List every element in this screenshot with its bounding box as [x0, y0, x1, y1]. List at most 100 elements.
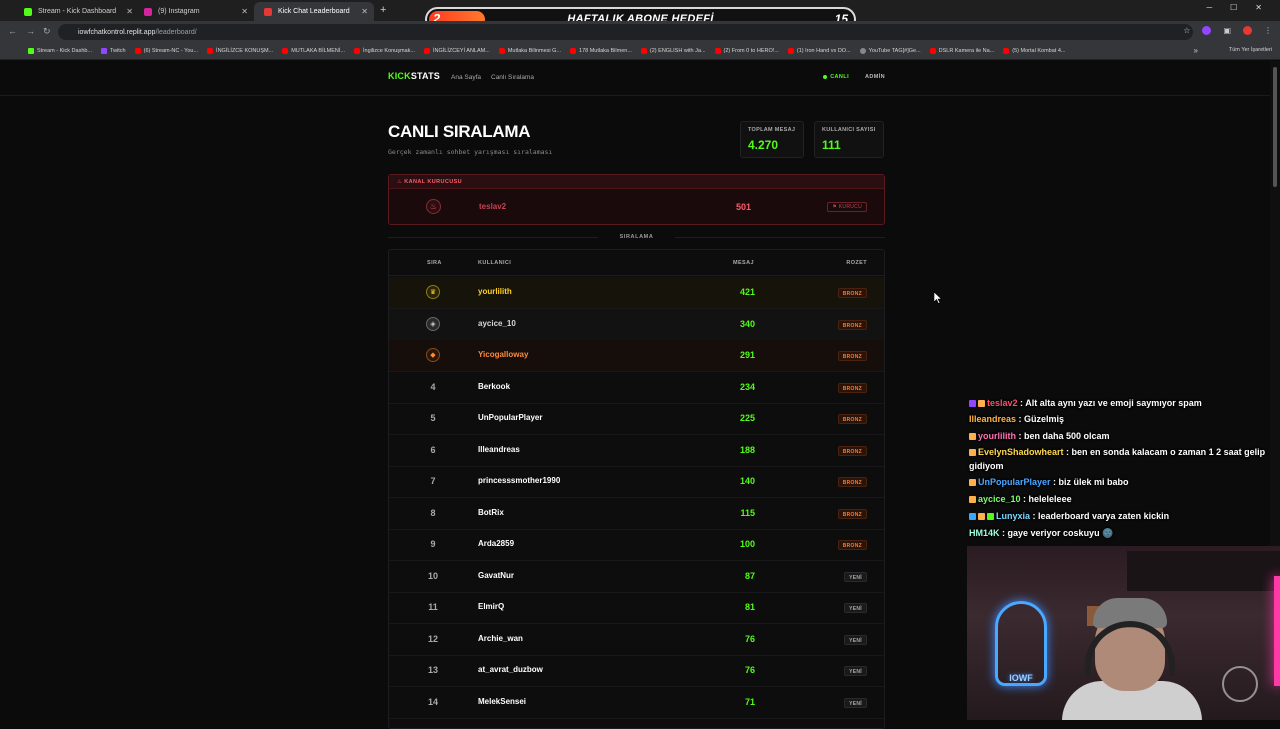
maximize-icon[interactable]: ☐	[1230, 3, 1237, 12]
chat-username: HM14K	[969, 527, 1000, 538]
chat-badge-icon	[978, 512, 985, 520]
bookmark-favicon-icon	[714, 48, 721, 54]
page-subtitle: Gerçek zamanlı sohbet yarışması sıralama…	[388, 148, 553, 156]
bookmark-favicon-icon	[498, 48, 505, 54]
chat-badge-icon	[969, 496, 976, 504]
new-tab-icon[interactable]: +	[380, 4, 386, 16]
bookmark-item[interactable]: (1) Iron Hand vs DO...	[787, 48, 851, 54]
rank-badge: BRONZ	[837, 351, 867, 361]
chat-message: Illeandreas : Güzelmiş	[969, 411, 1279, 428]
rank-number: 13	[427, 665, 438, 675]
gold-crown-icon: ♛	[426, 285, 440, 299]
chat-message: UnPopularPlayer : biz ülek mi babo	[969, 474, 1279, 491]
bookmark-item[interactable]: YouTube TAG[#]Ge...	[859, 48, 921, 54]
bookmark-item[interactable]: (5) Mortal Kombat 4...	[1003, 48, 1065, 54]
window-close-icon[interactable]: ✕	[1255, 3, 1262, 12]
rank-number: 14	[427, 696, 438, 707]
kickstats-logo[interactable]: KICKSTATS	[388, 71, 440, 81]
rank-badge: BRONZ	[837, 477, 867, 487]
table-row: ◆ Yicogalloway 291 BRONZ	[389, 340, 884, 372]
chat-separator: :	[1063, 447, 1072, 458]
channel-founder-card: ♨ KANAL KURUCUSU ♨ teslav2 501 ⚑ KURUCU	[388, 174, 885, 225]
bookmark-item[interactable]: MUTLAKA BİLMENİ...	[282, 48, 345, 54]
table-row: 6 Illeandreas 188 BRONZ	[389, 435, 884, 467]
bookmark-item[interactable]: DSLR Kamera ile Na...	[929, 48, 994, 54]
rank-number: 9	[430, 539, 436, 549]
username: Archie_wan	[478, 633, 523, 643]
bookmark-favicon-icon	[354, 48, 360, 54]
username: BotRix	[478, 507, 504, 517]
address-bar[interactable]: iowfchatkontrol.replit.app/leaderboard/	[58, 24, 1193, 40]
col-messages: MESAJ	[733, 260, 754, 266]
table-row: 12 Archie_wan 76 YENİ	[389, 624, 884, 656]
instagram-favicon-icon	[144, 7, 152, 16]
flame-icon: ♨	[426, 199, 441, 214]
menu-kebab-icon[interactable]: ⋮	[1264, 26, 1272, 35]
bookmark-item[interactable]: Mutlaka Bilinmesi G...	[498, 48, 561, 54]
chat-badge-icon	[969, 432, 976, 440]
tab-kick-chat-leaderboard[interactable]: Kick Chat Leaderboard ✕	[254, 2, 374, 21]
table-row: 13 at_avrat_duzbow 76 YENİ	[389, 655, 884, 687]
bookmark-item[interactable]: Twitch	[101, 48, 126, 54]
nav-link-live-ranking[interactable]: Canlı Sıralama	[491, 74, 534, 81]
bookmark-item[interactable]: 178 Mutlaka Bilmen...	[570, 48, 632, 54]
admin-link[interactable]: ADMİN	[865, 74, 885, 80]
rank-badge: YENİ	[844, 666, 867, 676]
reload-icon[interactable]: ↻	[43, 26, 51, 37]
tab-kick-dashboard[interactable]: Stream - Kick Dashboard ✕	[14, 2, 139, 21]
extension-icon[interactable]	[1202, 26, 1212, 35]
username: ElmirQ	[478, 602, 505, 611]
site-navbar: KICKSTATS Ana Sayfa Canlı Sıralama CANLI…	[388, 71, 885, 85]
chat-separator: :	[1030, 510, 1039, 521]
username: UnPopularPlayer	[478, 413, 543, 422]
nav-link-home[interactable]: Ana Sayfa	[451, 74, 481, 81]
bookmark-favicon-icon	[787, 48, 794, 54]
bookmarks-overflow-icon[interactable]: »	[1194, 46, 1198, 55]
profile-avatar[interactable]	[1243, 26, 1252, 35]
all-bookmarks-folder[interactable]: Tüm Yer İşaretleri	[1229, 47, 1272, 53]
message-count: 71	[744, 696, 755, 707]
tab-instagram[interactable]: (9) Instagram ✕	[134, 2, 254, 21]
extensions-puzzle-icon[interactable]: ▣	[1223, 26, 1231, 35]
bookmark-item[interactable]: (2) From 0 to HERO!...	[714, 48, 779, 54]
bookmark-item[interactable]: (6) Stream-NC - You...	[134, 48, 198, 54]
chat-separator: :	[1050, 477, 1059, 488]
rank-badge: YENİ	[844, 571, 867, 582]
scrollbar-thumb[interactable]	[1273, 67, 1277, 187]
rank-badge: YENİ	[844, 603, 867, 613]
bookmark-favicon-icon	[134, 48, 141, 54]
forward-icon[interactable]: →	[26, 26, 35, 36]
username: Arda2859	[478, 539, 515, 548]
chat-text: heleleleee	[1028, 494, 1072, 505]
chat-message: teslav2 : Alt alta aynı yazı ve emoji sa…	[969, 396, 1279, 410]
username: Illeandreas	[478, 444, 520, 454]
chat-message: EvelynShadowheart : ben en sonda kalacam…	[969, 445, 1279, 473]
rank-number: 11	[428, 602, 438, 612]
chat-text: Alt alta aynı yazı ve emoji saymıyor spa…	[1025, 398, 1202, 408]
rank-badge: BRONZ	[837, 414, 867, 424]
chat-message: aycice_10 : heleleleee	[969, 491, 1279, 508]
rank-number: 10	[427, 570, 438, 581]
chat-username: teslav2	[987, 398, 1018, 408]
bookmark-item[interactable]: (2) ENGLISH with Ja...	[640, 48, 706, 54]
page-title: CANLI SIRALAMA	[388, 122, 531, 141]
bookmark-star-icon[interactable]: ☆	[1183, 26, 1190, 35]
chair-logo-icon	[1222, 666, 1258, 702]
back-icon[interactable]: ←	[8, 26, 17, 36]
live-indicator: CANLI	[823, 74, 849, 80]
background-shelf	[1127, 551, 1280, 591]
close-tab-icon[interactable]: ✕	[126, 7, 133, 16]
close-tab-icon[interactable]: ✕	[361, 7, 368, 16]
rank-number: 5	[430, 413, 436, 423]
chat-text: gaye veriyor coskuyu 🌚	[1007, 527, 1114, 538]
chat-username: aycice_10	[978, 494, 1021, 505]
bookmark-item[interactable]: Stream - Kick Dashb...	[28, 48, 92, 54]
bookmark-item[interactable]: İngilizce Konuşmak...	[354, 48, 415, 54]
chat-message: HM14K : gaye veriyor coskuyu 🌚	[969, 525, 1279, 542]
close-tab-icon[interactable]: ✕	[241, 7, 248, 16]
minimize-icon[interactable]: ─	[1206, 3, 1212, 12]
bookmark-item[interactable]: İNGİLİZCE KONUŞM...	[207, 48, 273, 54]
bookmark-item[interactable]: İNGİLİZCEYİ ANLAM...	[423, 48, 490, 54]
message-count: 421	[739, 287, 755, 297]
message-count: 81	[744, 602, 755, 612]
